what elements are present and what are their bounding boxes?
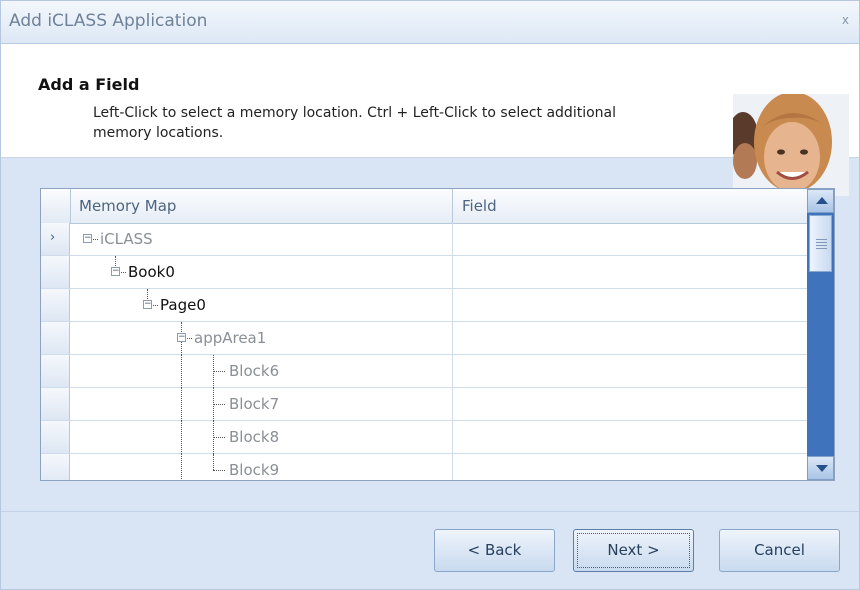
grip-line bbox=[816, 242, 827, 243]
tree-connector bbox=[93, 239, 98, 240]
row-indicator[interactable] bbox=[41, 421, 70, 453]
field-cell[interactable] bbox=[453, 289, 807, 321]
field-cell[interactable] bbox=[453, 454, 807, 480]
row-indicator[interactable] bbox=[41, 256, 70, 288]
tree-node-label: Block6 bbox=[229, 362, 280, 380]
memory-map-cell[interactable]: Block7 bbox=[70, 388, 453, 421]
memory-map-cell[interactable]: Block6 bbox=[70, 355, 453, 388]
window-title: Add iCLASS Application bbox=[9, 11, 208, 31]
title-bar: Add iCLASS Application x bbox=[1, 1, 859, 44]
cancel-button[interactable]: Cancel bbox=[719, 529, 840, 572]
tree-node-label: Page0 bbox=[160, 296, 206, 314]
table-row[interactable]: − Book0 bbox=[41, 256, 807, 289]
tree-connector bbox=[181, 342, 182, 355]
memory-map-cell[interactable]: Block8 bbox=[70, 421, 453, 454]
memory-map-cell[interactable]: − appArea1 bbox=[70, 322, 453, 355]
field-cell[interactable] bbox=[453, 388, 807, 420]
vertical-scrollbar[interactable] bbox=[807, 189, 834, 480]
table-row[interactable]: Block8 bbox=[41, 421, 807, 454]
tree-connector bbox=[213, 470, 225, 471]
next-button[interactable]: Next > bbox=[573, 529, 694, 572]
collapse-icon[interactable]: − bbox=[83, 234, 92, 243]
back-button[interactable]: < Back bbox=[434, 529, 555, 572]
page-title: Add a Field bbox=[38, 75, 140, 94]
memory-map-cell[interactable]: − iCLASS bbox=[70, 223, 453, 255]
row-indicator[interactable] bbox=[41, 322, 70, 354]
collapse-icon[interactable]: − bbox=[177, 333, 186, 342]
field-cell[interactable] bbox=[453, 223, 807, 255]
grip-line bbox=[816, 248, 827, 249]
scroll-thumb[interactable] bbox=[809, 215, 832, 272]
tree-connector bbox=[213, 437, 225, 438]
tree-node-label: Block7 bbox=[229, 395, 280, 413]
scroll-up-button[interactable] bbox=[807, 189, 834, 213]
chevron-right-icon: › bbox=[50, 230, 56, 245]
focus-rectangle bbox=[577, 533, 690, 568]
tree-connector bbox=[187, 338, 192, 339]
tree-connector bbox=[181, 322, 182, 332]
tree-connector bbox=[181, 421, 182, 454]
memory-map-cell[interactable]: − Book0 bbox=[70, 256, 453, 288]
triangle-down-icon bbox=[816, 465, 828, 472]
tree-connector bbox=[181, 355, 182, 388]
tree-node-label: iCLASS bbox=[100, 230, 153, 248]
tree-connector bbox=[213, 371, 225, 372]
row-indicator[interactable] bbox=[41, 355, 70, 387]
field-cell[interactable] bbox=[453, 256, 807, 288]
grip-line bbox=[816, 245, 827, 246]
table-row[interactable]: Block6 bbox=[41, 355, 807, 388]
table-row[interactable]: − appArea1 bbox=[41, 322, 807, 355]
table-row[interactable]: › − iCLASS bbox=[41, 223, 807, 256]
tree-connector bbox=[181, 454, 182, 480]
triangle-up-icon bbox=[816, 197, 828, 204]
tree-node-label: Block9 bbox=[229, 461, 280, 479]
tree-connector bbox=[147, 289, 148, 299]
row-indicator-header bbox=[41, 189, 71, 223]
people-photo bbox=[733, 94, 849, 196]
collapse-icon[interactable]: − bbox=[143, 300, 152, 309]
grip-line bbox=[816, 239, 827, 240]
field-cell[interactable] bbox=[453, 322, 807, 354]
memory-map-cell[interactable]: Block9 bbox=[70, 454, 453, 480]
tree-connector bbox=[121, 272, 126, 273]
photo-illustration bbox=[733, 94, 849, 196]
dialog-window: Add iCLASS Application x Add a Field Lef… bbox=[0, 0, 860, 590]
memory-map-cell[interactable]: − Page0 bbox=[70, 289, 453, 321]
memory-map-grid[interactable]: Memory Map Field › − iCLASS − Book0 − Pa… bbox=[40, 188, 835, 481]
close-icon[interactable]: x bbox=[842, 13, 849, 27]
field-cell[interactable] bbox=[453, 355, 807, 387]
table-row[interactable]: − Page0 bbox=[41, 289, 807, 322]
wizard-header: Add a Field Left-Click to select a memor… bbox=[1, 44, 859, 196]
field-column-header[interactable]: Field bbox=[453, 189, 807, 223]
footer-divider bbox=[1, 511, 859, 512]
table-row[interactable]: Block9 bbox=[41, 454, 807, 480]
grid-header: Memory Map Field bbox=[41, 189, 807, 224]
tree-node-label: Block8 bbox=[229, 428, 280, 446]
collapse-icon[interactable]: − bbox=[111, 267, 120, 276]
row-indicator[interactable] bbox=[41, 289, 70, 321]
tree-node-label: Book0 bbox=[128, 263, 175, 281]
field-cell[interactable] bbox=[453, 421, 807, 453]
row-indicator[interactable]: › bbox=[41, 223, 70, 255]
scroll-down-button[interactable] bbox=[807, 456, 834, 480]
table-row[interactable]: Block7 bbox=[41, 388, 807, 421]
tree-connector bbox=[153, 305, 158, 306]
row-indicator[interactable] bbox=[41, 454, 70, 480]
memory-map-column-header[interactable]: Memory Map bbox=[70, 189, 453, 223]
tree-node-label: appArea1 bbox=[194, 329, 267, 347]
tree-connector bbox=[115, 256, 116, 266]
tree-connector bbox=[181, 388, 182, 421]
tree-connector bbox=[213, 404, 225, 405]
tree-connector bbox=[213, 454, 214, 470]
page-description: Left-Click to select a memory location. … bbox=[93, 105, 616, 141]
row-indicator[interactable] bbox=[41, 388, 70, 420]
